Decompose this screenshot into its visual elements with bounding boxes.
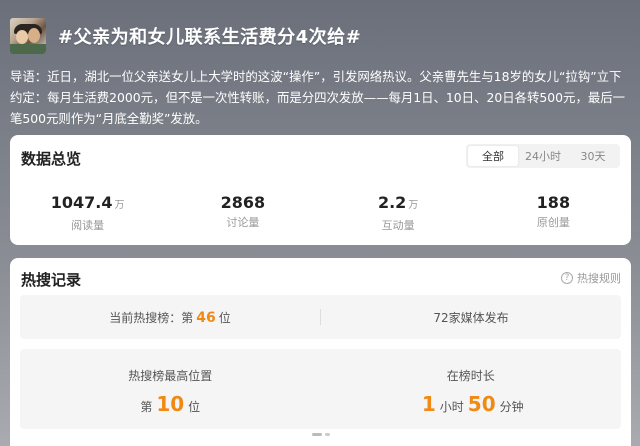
question-icon: ? bbox=[561, 272, 573, 284]
hot-search-rules-link[interactable]: ? 热搜规则 bbox=[561, 270, 621, 286]
peak-rank: 热搜榜最高位置 第 10 位 bbox=[20, 349, 321, 429]
current-rank-box: 当前热搜榜：第 46 位 72家媒体发布 bbox=[20, 295, 621, 339]
current-rank-prefix: 当前热搜榜：第 bbox=[109, 310, 194, 325]
media-count-link[interactable]: 72家媒体发布 bbox=[321, 309, 621, 326]
stat-interactions: 2.2 万 互动量 bbox=[321, 193, 476, 233]
peak-rank-suffix: 位 bbox=[188, 400, 201, 414]
current-rank: 当前热搜榜：第 46 位 bbox=[20, 309, 320, 326]
stat-reads: 1047.4 万 阅读量 bbox=[10, 193, 165, 233]
topic-intro: 导语：近日，湖北一位父亲送女儿上大学时的这波“操作”，引发网络热议。父亲曹先生与… bbox=[10, 69, 626, 126]
stat-reads-label: 阅读量 bbox=[71, 219, 105, 232]
peak-rank-label: 热搜榜最高位置 bbox=[128, 369, 213, 383]
stat-interactions-unit: 万 bbox=[408, 200, 419, 211]
stat-originals: 188 原创量 bbox=[476, 193, 631, 233]
minutes-unit: 分钟 bbox=[499, 400, 524, 414]
overview-card: 数据总览 全部 24小时 30天 1047.4 万 阅读量 2868 讨论量 2.… bbox=[10, 135, 631, 245]
topic-title: #父亲为和女儿联系生活费分4次给# bbox=[58, 27, 362, 48]
rank-detail-box: 热搜榜最高位置 第 10 位 在榜时长 1 小时 50 分钟 bbox=[20, 349, 621, 429]
time-range-tabs: 全部 24小时 30天 bbox=[466, 144, 620, 168]
stat-interactions-label: 互动量 bbox=[381, 219, 415, 232]
stat-reads-value: 1047.4 bbox=[50, 193, 113, 212]
current-rank-suffix: 位 bbox=[218, 310, 231, 325]
tab-all[interactable]: 全部 bbox=[468, 146, 518, 166]
pager-dots bbox=[311, 433, 330, 436]
topic-header: #父亲为和女儿联系生活费分4次给# bbox=[10, 18, 361, 54]
hot-search-title: 热搜记录 bbox=[21, 271, 82, 289]
stat-reads-unit: 万 bbox=[114, 200, 125, 211]
stat-discussions-value: 2868 bbox=[220, 193, 266, 212]
current-rank-value: 46 bbox=[196, 309, 216, 326]
stat-discussions-label: 讨论量 bbox=[226, 216, 260, 229]
stat-interactions-value: 2.2 bbox=[377, 193, 407, 212]
stat-originals-value: 188 bbox=[536, 193, 571, 212]
rules-label: 热搜规则 bbox=[577, 272, 621, 285]
peak-rank-value: 10 bbox=[156, 392, 185, 416]
hot-search-card: 热搜记录 ? 热搜规则 当前热搜榜：第 46 位 72家媒体发布 热搜榜最高位置 第… bbox=[10, 258, 631, 446]
tab-30d[interactable]: 30天 bbox=[568, 146, 618, 166]
pager-dot[interactable] bbox=[324, 433, 330, 436]
pager-dot[interactable] bbox=[311, 433, 322, 436]
peak-rank-prefix: 第 bbox=[140, 400, 153, 414]
hours-unit: 小时 bbox=[439, 400, 464, 414]
stats-row: 1047.4 万 阅读量 2868 讨论量 2.2 万 互动量 188 原创量 bbox=[10, 193, 631, 233]
overview-title: 数据总览 bbox=[21, 150, 82, 168]
duration-minutes: 50 bbox=[467, 392, 496, 416]
stat-originals-label: 原创量 bbox=[536, 216, 570, 229]
tab-24h[interactable]: 24小时 bbox=[518, 146, 568, 166]
duration-hours: 1 bbox=[421, 392, 436, 416]
stat-discussions: 2868 讨论量 bbox=[165, 193, 320, 233]
duration-label: 在榜时长 bbox=[446, 369, 495, 383]
topic-avatar[interactable] bbox=[10, 18, 46, 54]
duration: 在榜时长 1 小时 50 分钟 bbox=[321, 349, 622, 429]
